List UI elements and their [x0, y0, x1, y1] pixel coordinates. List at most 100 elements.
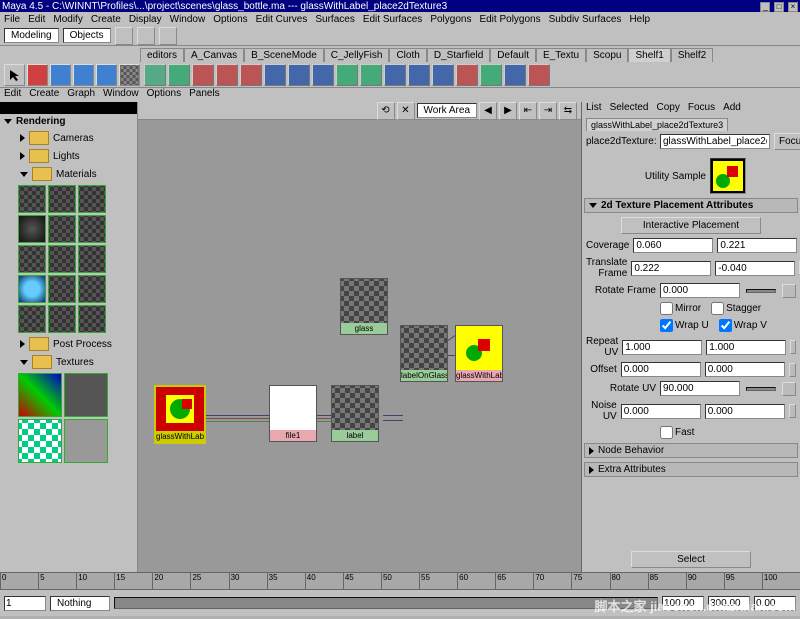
shelf-icon[interactable]	[240, 64, 262, 86]
shelf-tab-starfield[interactable]: D_Starfield	[427, 48, 490, 62]
pm-graph[interactable]: Graph	[67, 88, 95, 102]
rotateframe-slider[interactable]	[746, 289, 776, 293]
map-icon[interactable]	[782, 382, 796, 396]
mat-swatch[interactable]	[48, 185, 76, 213]
mirror-checkbox[interactable]	[660, 302, 673, 315]
shelf-tab-default[interactable]: Default	[490, 48, 536, 62]
mode-select[interactable]: Modeling	[4, 28, 59, 43]
graph-in-icon[interactable]: ⇤	[519, 102, 537, 120]
menu-polygons[interactable]: Polygons	[430, 14, 471, 25]
map-icon[interactable]	[789, 404, 796, 418]
shelf-icon[interactable]	[360, 64, 382, 86]
graph-both-icon[interactable]: ⇆	[559, 102, 577, 120]
attr-menu-add[interactable]: Add	[723, 102, 741, 116]
fast-checkbox[interactable]	[660, 426, 673, 439]
shelf-icon[interactable]	[168, 64, 190, 86]
shelf-tab-etextu[interactable]: E_Textu	[536, 48, 586, 62]
rotateuv-field[interactable]	[660, 381, 740, 396]
time-ruler[interactable]: 0 5 10 15 20 25 30 35 40 45 50 55 60 65 …	[0, 572, 800, 590]
menu-editsurfaces[interactable]: Edit Surfaces	[363, 14, 422, 25]
attr-menu-selected[interactable]: Selected	[610, 102, 649, 116]
noise-u-field[interactable]	[621, 404, 701, 419]
wrapv-checkbox[interactable]	[719, 319, 732, 332]
tex-swatch[interactable]	[18, 373, 62, 417]
shelf-icon[interactable]	[408, 64, 430, 86]
maximize-icon[interactable]: □	[774, 2, 784, 12]
node-label[interactable]: label	[331, 385, 379, 442]
mat-swatch[interactable]	[78, 305, 106, 333]
menu-file[interactable]: File	[4, 14, 20, 25]
graph-out-icon[interactable]: ⇥	[539, 102, 557, 120]
mat-swatch[interactable]	[78, 245, 106, 273]
mat-swatch[interactable]	[48, 215, 76, 243]
menu-options[interactable]: Options	[213, 14, 247, 25]
shelf-tab-cloth[interactable]: Cloth	[389, 48, 426, 62]
mat-swatch[interactable]	[48, 275, 76, 303]
tool-scale-icon[interactable]	[96, 64, 117, 86]
shelf-icon[interactable]	[144, 64, 166, 86]
section-extra-attrs[interactable]: Extra Attributes	[584, 462, 798, 477]
repeat-u-field[interactable]	[622, 340, 702, 355]
shelf-tab-shelf2[interactable]: Shelf2	[671, 48, 713, 62]
coverage-v-field[interactable]	[717, 238, 797, 253]
node-file[interactable]: file1	[269, 385, 317, 442]
menu-subdiv[interactable]: Subdiv Surfaces	[549, 14, 622, 25]
shelf-icon[interactable]	[456, 64, 478, 86]
mat-swatch[interactable]	[18, 275, 46, 303]
menu-create[interactable]: Create	[91, 14, 121, 25]
tool-select-icon[interactable]	[4, 64, 25, 86]
menu-edit[interactable]: Edit	[28, 14, 45, 25]
shelf-icon[interactable]	[336, 64, 358, 86]
attr-menu-focus[interactable]: Focus	[688, 102, 715, 116]
graph-clear-icon[interactable]: ✕	[397, 102, 415, 120]
workarea-select[interactable]: Work Area	[417, 103, 478, 118]
pm-window[interactable]: Window	[103, 88, 139, 102]
mat-swatch[interactable]	[48, 305, 76, 333]
tex-swatch[interactable]	[64, 373, 108, 417]
shelf-tab-acanvas[interactable]: A_Canvas	[184, 48, 244, 62]
offset-u-field[interactable]	[621, 362, 701, 377]
shelf-icon[interactable]	[384, 64, 406, 86]
section-rendering[interactable]: Rendering	[0, 114, 137, 129]
menu-modify[interactable]: Modify	[53, 14, 82, 25]
pm-edit[interactable]: Edit	[4, 88, 21, 102]
graph-prev-icon[interactable]: ◀	[479, 102, 497, 120]
offset-v-field[interactable]	[705, 362, 785, 377]
node-glass[interactable]: glass	[340, 278, 388, 335]
tex-swatch[interactable]	[64, 419, 108, 463]
map-icon[interactable]	[782, 284, 796, 298]
interactive-placement-button[interactable]: Interactive Placement	[621, 217, 761, 234]
shelf-tab-scopu[interactable]: Scopu	[586, 48, 628, 62]
shelf-tab-scenemode[interactable]: B_SceneMode	[244, 48, 324, 62]
shelf-icon[interactable]	[312, 64, 334, 86]
node-glasswithlabel[interactable]: glassWithLabel1	[455, 325, 503, 382]
map-icon[interactable]	[789, 363, 796, 377]
item-cameras[interactable]: Cameras	[0, 131, 137, 145]
node-place2d[interactable]: glassWithLabel_p...	[154, 385, 206, 444]
tool-render-icon[interactable]	[119, 64, 140, 86]
attr-tab[interactable]: glassWithLabel_place2dTexture3	[586, 118, 728, 131]
mat-swatch[interactable]	[48, 245, 76, 273]
menu-window[interactable]: Window	[170, 14, 206, 25]
item-lights[interactable]: Lights	[0, 149, 137, 163]
shelf-icon[interactable]	[528, 64, 550, 86]
translate-u-field[interactable]	[631, 261, 711, 276]
close-icon[interactable]: ×	[788, 2, 798, 12]
map-icon[interactable]	[790, 340, 796, 354]
item-materials[interactable]: Materials	[0, 167, 137, 181]
stagger-checkbox[interactable]	[711, 302, 724, 315]
mat-swatch[interactable]	[78, 275, 106, 303]
mat-swatch[interactable]	[18, 245, 46, 273]
pm-options[interactable]: Options	[147, 88, 181, 102]
section-2d-placement[interactable]: 2d Texture Placement Attributes	[584, 198, 798, 213]
tool-rotate-icon[interactable]	[73, 64, 94, 86]
minimize-icon[interactable]: _	[760, 2, 770, 12]
graph-tool-icon[interactable]: ⟲	[377, 102, 395, 120]
select-button[interactable]: Select	[631, 551, 751, 568]
status-icon-2[interactable]	[137, 27, 155, 45]
mat-swatch[interactable]	[78, 215, 106, 243]
item-textures[interactable]: Textures	[0, 355, 137, 369]
section-node-behavior[interactable]: Node Behavior	[584, 443, 798, 458]
mat-swatch[interactable]	[18, 305, 46, 333]
wrapu-checkbox[interactable]	[660, 319, 673, 332]
